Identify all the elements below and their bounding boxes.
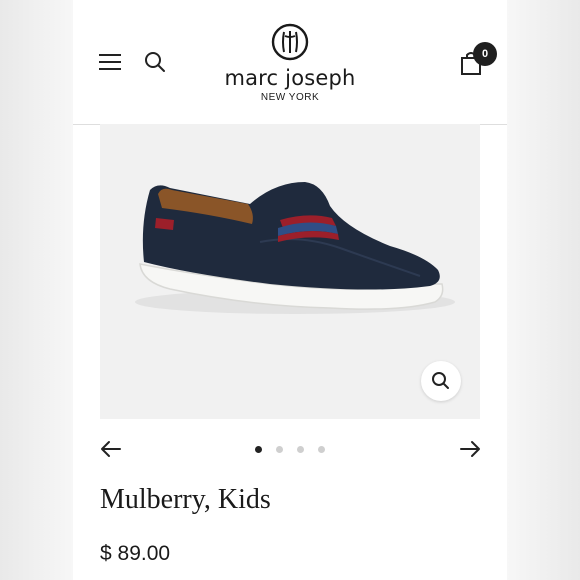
background-left bbox=[0, 0, 73, 580]
product-page: marc joseph NEW YORK 0 Mulberry, Kids $ … bbox=[73, 0, 507, 580]
magnifier-zoom-icon bbox=[432, 372, 449, 389]
product-price: $ 89.00 bbox=[100, 542, 171, 565]
cart-count-badge[interactable]: 0 bbox=[473, 42, 497, 66]
background-right bbox=[507, 0, 580, 580]
brand-subtitle: NEW YORK bbox=[260, 92, 320, 103]
product-title: Mulberry, Kids bbox=[100, 484, 271, 515]
zoom-button[interactable] bbox=[421, 361, 461, 401]
brand-name: marc joseph bbox=[224, 66, 356, 90]
hamburger-menu-icon[interactable] bbox=[99, 52, 121, 72]
slide-dot-1[interactable] bbox=[255, 446, 262, 453]
slide-indicator bbox=[255, 446, 327, 454]
slide-dot-2[interactable] bbox=[276, 446, 283, 453]
brand-logo[interactable]: marc joseph NEW YORK bbox=[213, 22, 367, 106]
site-header: marc joseph NEW YORK 0 bbox=[73, 0, 507, 125]
slide-dot-3[interactable] bbox=[297, 446, 304, 453]
brand-monogram-icon bbox=[270, 22, 310, 62]
search-icon[interactable] bbox=[143, 50, 167, 74]
arrow-left-icon[interactable] bbox=[100, 440, 122, 458]
slide-dot-4[interactable] bbox=[318, 446, 325, 453]
product-image[interactable] bbox=[100, 124, 480, 419]
arrow-right-icon[interactable] bbox=[459, 440, 481, 458]
